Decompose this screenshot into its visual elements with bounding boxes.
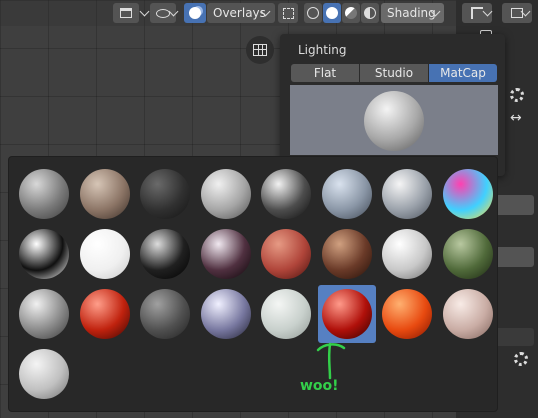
matcap-sphere [200,229,251,279]
matcap-resin[interactable] [257,285,315,343]
lighting-label: Lighting [298,43,347,57]
matcap-sphere [140,289,190,339]
matcap-ceramic_lightbulb[interactable] [318,165,376,223]
horizontal-resize-icon[interactable]: ↔ [510,110,522,126]
numeric-field-partial[interactable] [494,328,534,346]
shading-rendered-button[interactable] [361,3,379,23]
matcap-sphere [19,349,69,399]
hand-drawn-arrow [316,342,346,380]
matcap-sphere [79,289,130,339]
overlays-toggle-button[interactable] [184,3,206,23]
matcap-sphere [261,229,311,279]
matcap-sphere [140,169,190,219]
matcap-reflection_check_horizontal[interactable] [136,285,194,343]
matcap-sphere [200,289,251,339]
matcap-clay_muddy[interactable] [136,225,194,283]
matcap-reflection_check_vertical[interactable] [197,285,255,343]
matcap-basic_1[interactable] [15,165,73,223]
gear-icon[interactable] [514,352,528,366]
matcap-basic_dark[interactable] [136,165,194,223]
matcap-sphere [200,169,251,219]
matcap-preview[interactable] [290,85,498,155]
shading-label: Shading [387,6,436,20]
matcap-sphere [321,229,372,279]
matcap-jade[interactable] [257,225,315,283]
matcap-sphere [382,169,432,219]
lighting-studio-button[interactable]: Studio [360,64,428,82]
material-sphere-icon [345,7,357,19]
solid-sphere-icon [326,7,338,19]
outliner-icon [471,7,483,19]
matcap-toon[interactable] [378,285,436,343]
matcap-default[interactable] [15,345,73,403]
shading-wireframe-button[interactable] [304,3,322,23]
shading-material-button[interactable] [342,3,360,23]
matcap-sphere [382,289,432,339]
matcap-ceramic_dark[interactable] [257,165,315,223]
matcap-sphere [140,229,190,279]
overlays-label: Overlays [213,6,266,20]
matcap-metal_anisotropic[interactable] [318,225,376,283]
matcap-sphere [261,289,311,339]
annotation-text: woo! [300,378,339,394]
matcap-pearl[interactable] [76,285,134,343]
matcap-check_rim_dark[interactable] [439,165,497,223]
matcap-sphere [321,289,372,339]
matcap-metal_carpaint[interactable] [378,225,436,283]
matcap-check_normal_y[interactable] [378,165,436,223]
matcap-sphere [261,169,311,219]
lighting-matcap-button[interactable]: MatCap [429,64,497,82]
xray-toggle-button[interactable] [278,3,298,23]
matcap-preview-sphere [364,91,424,151]
matcap-sphere [19,229,69,279]
overlay-circles-icon [189,7,201,19]
gear-icon[interactable] [510,88,524,102]
lighting-flat-button[interactable]: Flat [291,64,359,82]
random-button-partial[interactable] [494,195,534,215]
matcap-metal_shiny[interactable] [15,285,73,343]
matcap-clay_brown[interactable] [76,225,134,283]
matcap-clay_studio[interactable] [197,225,255,283]
matcap-sphere [442,169,493,219]
navigation-grid-button[interactable] [246,36,274,64]
matcap-skin[interactable] [317,285,376,343]
matcap-basic_2[interactable] [76,165,134,223]
matcap-sphere [321,169,372,219]
matcap-sphere [79,229,130,279]
matcap-sphere [382,229,432,279]
matcap-basic_side[interactable] [197,165,255,223]
matcap-sphere [79,169,130,219]
matcap-toon_2[interactable] [439,285,497,343]
xray-icon [282,7,294,19]
wireframe-sphere-icon [307,7,319,19]
matcap-check_rim_light[interactable] [15,225,73,283]
matcap-metal_lead[interactable] [439,225,497,283]
box-icon [120,8,132,18]
export-button-partial[interactable] [494,247,534,267]
matcap-sphere [19,289,69,339]
matcap-sphere [442,289,493,339]
matcap-grid-popup [8,156,498,412]
matcap-sphere [442,229,493,279]
grid-icon [253,44,267,56]
rendered-sphere-icon [364,7,376,19]
shading-solid-button[interactable] [323,3,341,23]
selectability-visibility-button[interactable] [113,3,139,23]
matcap-sphere [19,169,69,219]
eye-icon [156,8,170,18]
